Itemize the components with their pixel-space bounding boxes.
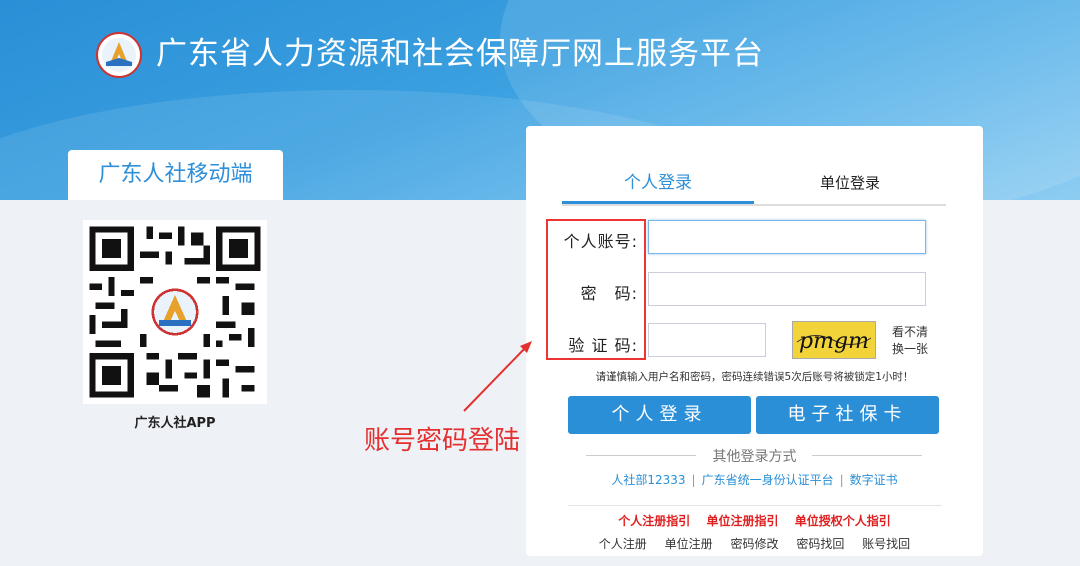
tab-personal-login[interactable]: 个人登录 bbox=[562, 166, 754, 204]
refresh-captcha-link[interactable]: 看不清换一张 bbox=[892, 324, 932, 358]
password-input[interactable] bbox=[648, 272, 926, 306]
e-social-card-button[interactable]: 电子社保卡 bbox=[756, 396, 939, 434]
app-label: 广东人社APP bbox=[134, 416, 216, 431]
login-tabs: 个人登录 单位登录 bbox=[562, 166, 946, 206]
link-12333[interactable]: 人社部12333 bbox=[611, 473, 685, 487]
guide-links: 个人注册指引 单位注册指引 单位授权个人指引 bbox=[526, 512, 983, 529]
personal-login-button[interactable]: 个人登录 bbox=[568, 396, 751, 434]
link-unit-register-guide[interactable]: 单位注册指引 bbox=[706, 514, 778, 528]
mobile-tab[interactable]: 广东人社移动端 bbox=[68, 150, 283, 200]
captcha-text: pmgm bbox=[799, 329, 869, 354]
site-title: 广东省人力资源和社会保障厅网上服务平台 bbox=[156, 36, 764, 72]
annotation-arrow-icon bbox=[463, 341, 532, 412]
account-links: 个人注册 单位注册 密码修改 密码找回 账号找回 bbox=[526, 535, 983, 552]
password-label: 密 码: bbox=[580, 284, 638, 303]
link-recover-password[interactable]: 密码找回 bbox=[796, 537, 844, 551]
link-digital-cert[interactable]: 数字证书 bbox=[850, 473, 898, 487]
guangdong-hrss-emblem-icon bbox=[96, 32, 142, 78]
login-tip: 请谨慎输入用户名和密码，密码连续错误5次后账号将被锁定1小时！ bbox=[595, 371, 914, 383]
captcha-image[interactable]: pmgm bbox=[792, 321, 876, 359]
other-login-links: 人社部12333 | 广东省统一身份认证平台 | 数字证书 bbox=[611, 473, 898, 487]
captcha-label: 验 证 码: bbox=[568, 336, 638, 355]
link-unit-auth-guide[interactable]: 单位授权个人指引 bbox=[795, 514, 891, 528]
other-login-title: 其他登录方式 bbox=[712, 449, 797, 465]
captcha-input[interactable] bbox=[648, 323, 766, 357]
tab-unit-login[interactable]: 单位登录 bbox=[754, 166, 946, 204]
account-label: 个人账号: bbox=[563, 232, 638, 251]
link-unified-auth[interactable]: 广东省统一身份认证平台 bbox=[702, 473, 834, 487]
link-unit-register[interactable]: 单位注册 bbox=[665, 537, 713, 551]
link-personal-register[interactable]: 个人注册 bbox=[599, 537, 647, 551]
account-input[interactable] bbox=[648, 220, 926, 254]
link-change-password[interactable]: 密码修改 bbox=[730, 537, 778, 551]
link-recover-account[interactable]: 账号找回 bbox=[862, 537, 910, 551]
annotation-text: 账号密码登陆 bbox=[364, 426, 521, 456]
qr-code-icon bbox=[83, 220, 267, 404]
link-personal-register-guide[interactable]: 个人注册指引 bbox=[618, 514, 690, 528]
